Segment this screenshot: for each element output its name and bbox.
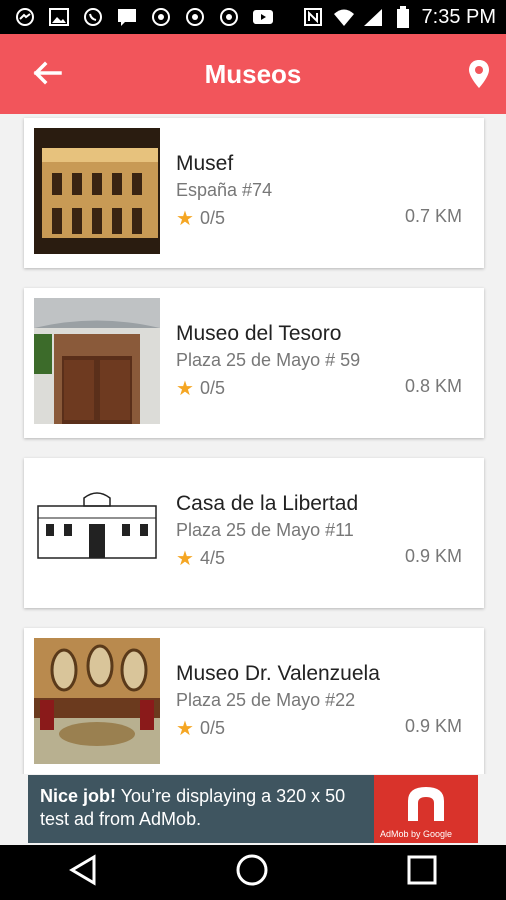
museum-card[interactable]: Museo del Tesoro Plaza 25 de Mayo # 59 ★… <box>24 288 484 438</box>
battery-icon <box>392 6 414 28</box>
youtube-icon <box>252 6 274 28</box>
message-icon <box>116 6 138 28</box>
museum-rating: ★ 0/5 <box>176 716 225 741</box>
star-icon: ★ <box>176 548 194 570</box>
status-time: 7:35 PM <box>421 5 496 28</box>
page-title: Museos <box>204 58 302 89</box>
back-triangle-icon[interactable] <box>68 854 98 891</box>
rating-value: 4/5 <box>199 548 225 568</box>
museum-name: Musef <box>176 152 234 175</box>
museum-rating: ★ 0/5 <box>176 206 225 231</box>
admob-brand: AdMob by Google <box>380 829 453 839</box>
rating-value: 0/5 <box>199 378 225 398</box>
admob-logo: AdMob by Google <box>374 775 478 843</box>
location-pin-icon[interactable] <box>466 58 492 90</box>
app-bar: Museos <box>0 34 506 114</box>
museum-logo <box>34 468 160 594</box>
ad-banner[interactable]: Nice job! You’re displaying a 320 x 50 t… <box>28 775 478 843</box>
system-nav-bar <box>0 845 506 900</box>
home-circle-icon[interactable] <box>235 853 269 892</box>
museum-card[interactable]: Casa de la Libertad Plaza 25 de Mayo #11… <box>24 458 484 608</box>
signal-icon <box>362 6 384 28</box>
museum-thumbnail <box>34 128 160 254</box>
museum-card[interactable]: Musef España #74 ★ 0/5 0.7 KM <box>24 118 484 268</box>
museum-distance: 0.7 KM <box>404 206 462 226</box>
museum-card[interactable]: Museo Dr. Valenzuela Plaza 25 de Mayo #2… <box>24 628 484 774</box>
image-icon <box>48 6 70 28</box>
messenger-icon <box>14 6 36 28</box>
ad-text: Nice job! You’re displaying a 320 x 50 t… <box>28 775 374 843</box>
rating-value: 0/5 <box>199 208 225 228</box>
star-icon: ★ <box>176 718 194 740</box>
museum-address: Plaza 25 de Mayo # 59 <box>176 350 361 370</box>
museum-rating: ★ 4/5 <box>176 546 225 571</box>
museum-list[interactable]: Musef España #74 ★ 0/5 0.7 KM Museo del … <box>0 114 506 774</box>
star-icon: ★ <box>176 208 194 230</box>
museum-distance: 0.8 KM <box>404 376 462 396</box>
museum-name: Museo del Tesoro <box>176 322 342 345</box>
wifi-icon <box>332 6 354 28</box>
museum-address: Plaza 25 de Mayo #11 <box>176 520 354 540</box>
museum-thumbnail <box>34 298 160 424</box>
museum-thumbnail <box>34 638 160 764</box>
star-icon: ★ <box>176 378 194 400</box>
recents-square-icon[interactable] <box>406 854 438 891</box>
chrome-icon <box>218 6 240 28</box>
museum-name: Casa de la Libertad <box>176 492 359 515</box>
admob-icon <box>408 787 444 821</box>
rating-value: 0/5 <box>199 718 225 738</box>
museum-rating: ★ 0/5 <box>176 376 225 401</box>
museum-address: Plaza 25 de Mayo #22 <box>176 690 356 710</box>
chrome-icon <box>150 6 172 28</box>
whatsapp-icon <box>82 6 104 28</box>
back-arrow-icon[interactable] <box>30 56 64 90</box>
museum-distance: 0.9 KM <box>404 716 462 736</box>
ad-headline: Nice job! <box>40 786 117 806</box>
status-bar: 7:35 PM <box>0 0 506 34</box>
museum-name: Museo Dr. Valenzuela <box>176 662 380 685</box>
museum-distance: 0.9 KM <box>404 546 462 566</box>
museum-address: España #74 <box>176 180 273 200</box>
nfc-icon <box>302 6 324 28</box>
chrome-icon <box>184 6 206 28</box>
